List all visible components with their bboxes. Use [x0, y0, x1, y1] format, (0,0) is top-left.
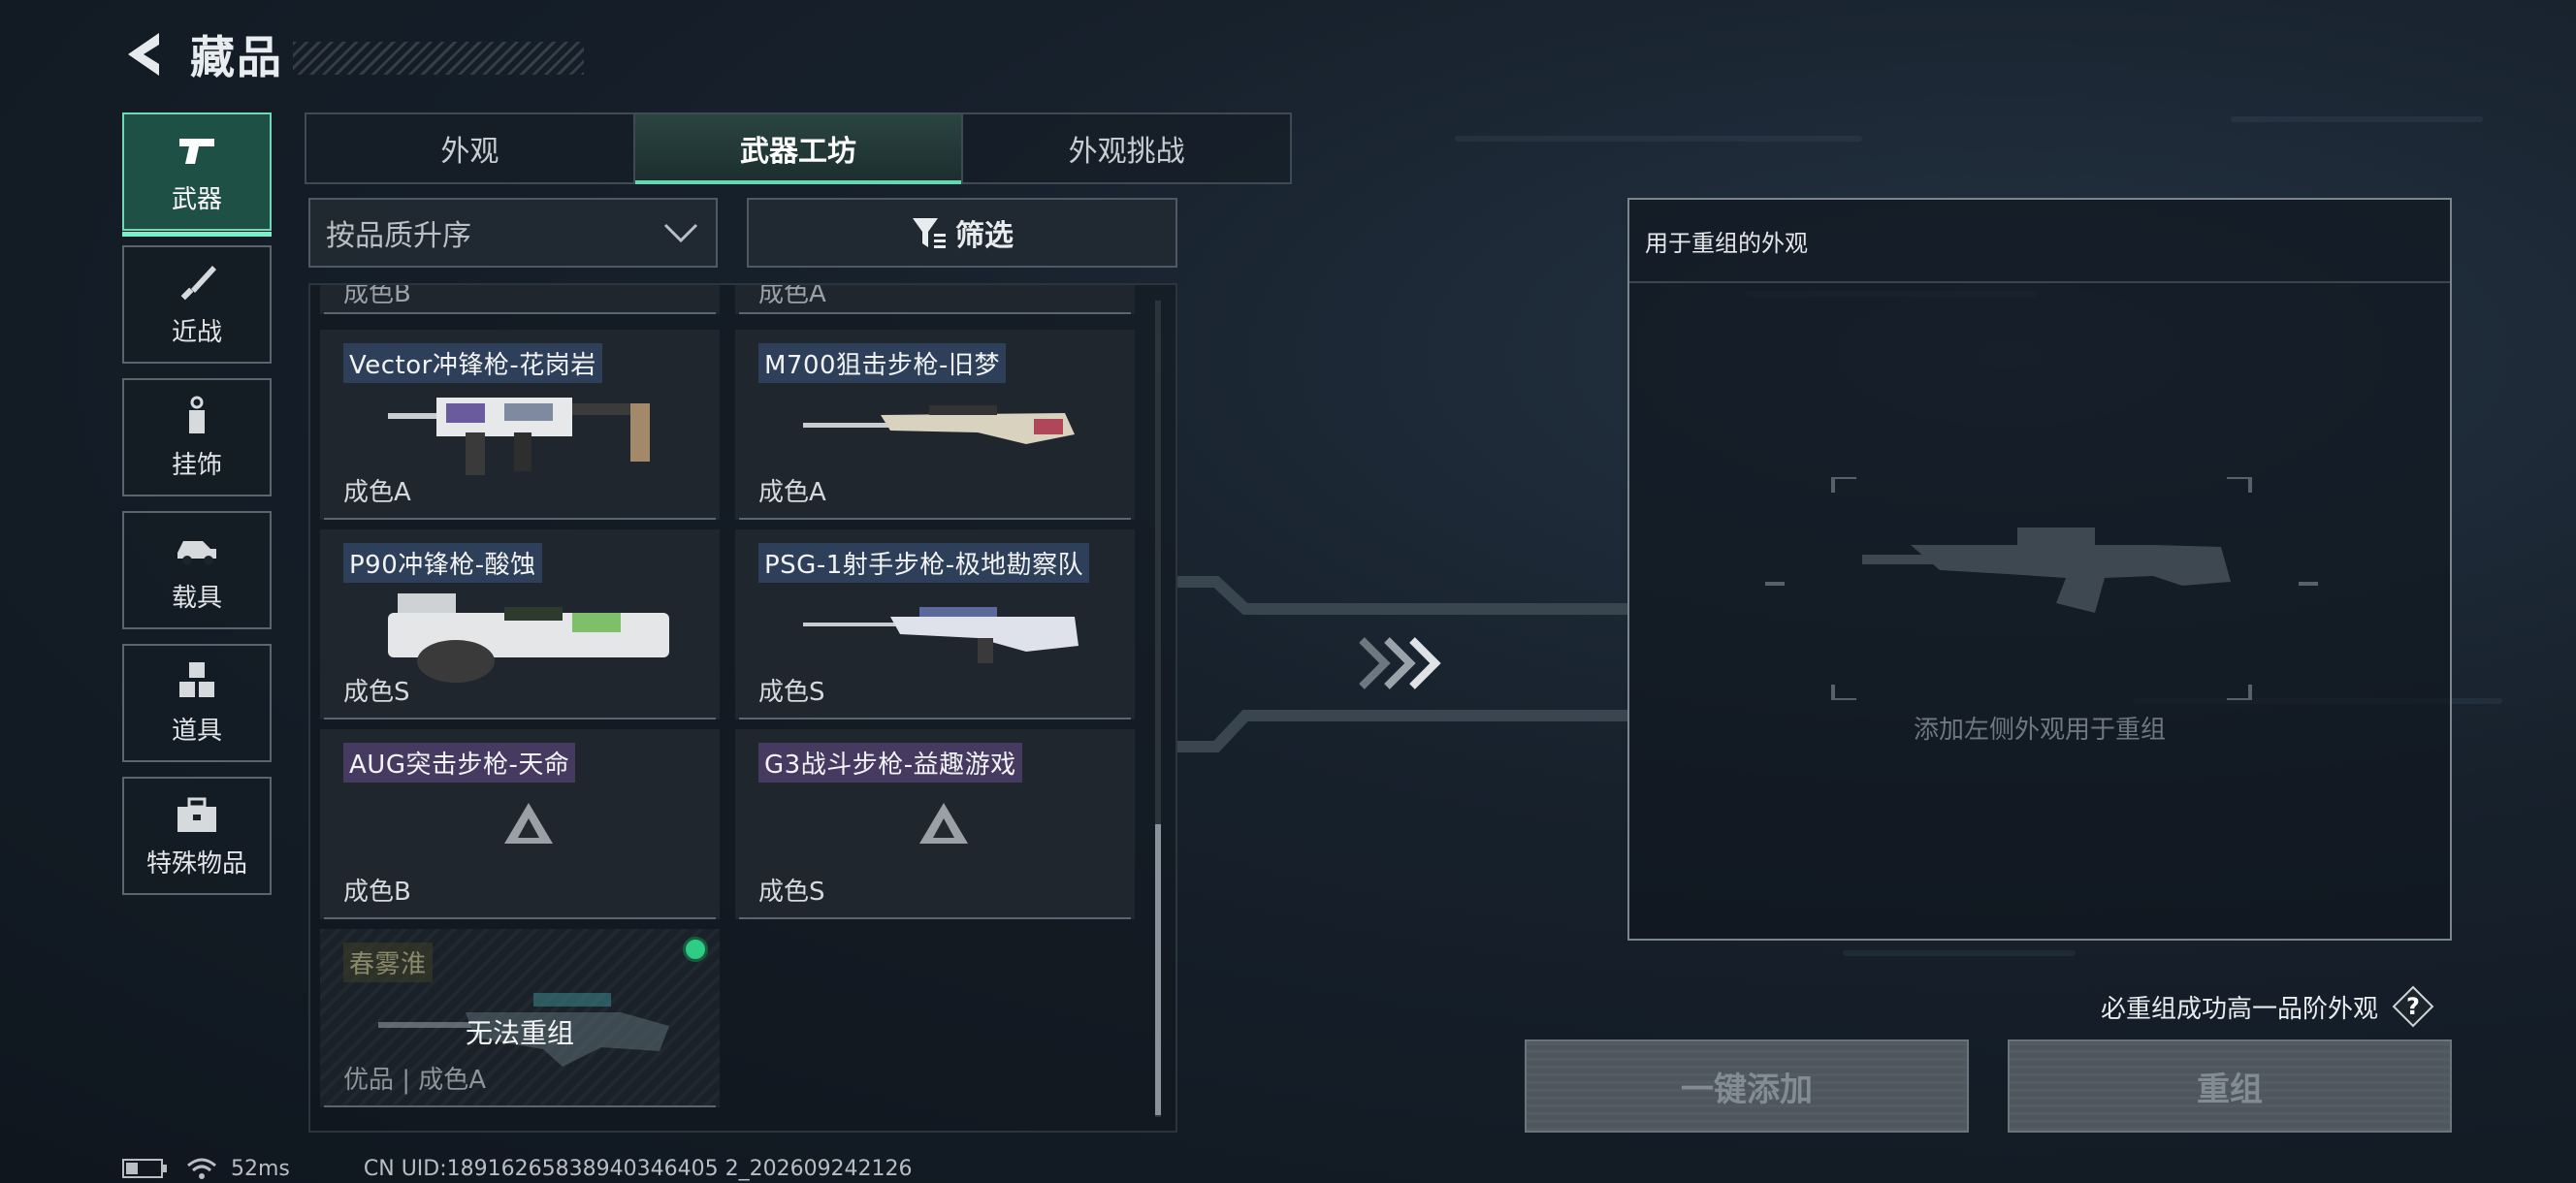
- category-label: 特殊物品: [145, 848, 247, 879]
- card-grade: 成色S: [758, 678, 825, 707]
- header: 藏品: [120, 25, 584, 83]
- card-grade: 成色A: [343, 478, 411, 507]
- skin-card-aug[interactable]: AUG突击步枪-天命 成色B: [320, 729, 720, 919]
- recombine-panel: 用于重组的外观 添加左侧外观用于重组: [1627, 198, 2452, 941]
- back-arrow-icon[interactable]: [120, 27, 167, 81]
- skin-card-vector[interactable]: Vector冲锋枪-花岗岩 成色A: [320, 330, 720, 520]
- card-name: G3战斗步枪-益趣游戏: [758, 743, 1022, 783]
- card-grade: 成色A: [758, 478, 826, 507]
- locked-overlay-text: 无法重组: [465, 1017, 574, 1049]
- recombine-rule: 必重组成功高一品阶外观 ?: [2101, 985, 2434, 1028]
- category-label: 道具: [171, 716, 222, 746]
- charm-icon: [189, 396, 205, 433]
- filter-button[interactable]: 筛选: [747, 198, 1177, 268]
- triangle-icon: [919, 803, 968, 844]
- cubes-icon: [179, 661, 214, 697]
- category-weapons[interactable]: 武器: [122, 112, 272, 237]
- list-item[interactable]: 成色A: [735, 285, 1135, 314]
- wifi-icon: [187, 1158, 216, 1179]
- knife-icon: [180, 265, 216, 300]
- battery-icon: [122, 1159, 167, 1178]
- skin-card-p90[interactable]: P90冲锋枪-酸蚀 成色S: [320, 529, 720, 719]
- card-grade: 成色A: [758, 285, 826, 308]
- category-label: 载具: [171, 583, 222, 613]
- status-bar: 52ms CN UID:18916265838940346405 2_20260…: [122, 1156, 913, 1181]
- category-label: 挂饰: [171, 450, 222, 480]
- svg-text:?: ?: [2406, 993, 2420, 1020]
- skin-card-g3[interactable]: G3战斗步枪-益趣游戏 成色S: [735, 729, 1135, 919]
- tab-weapon-workshop[interactable]: 武器工坊: [634, 114, 964, 184]
- filter-label: 筛选: [955, 219, 1014, 253]
- smg-vector-icon: [388, 398, 650, 475]
- card-name: 春雾淮: [343, 943, 433, 982]
- chevrons-right-icon: [1359, 637, 1441, 689]
- sort-dropdown[interactable]: 按品质升序: [308, 198, 718, 268]
- filter-icon: [913, 218, 946, 248]
- skin-list[interactable]: 成色B 成色A Vector冲锋枪-花岗岩 成色A M700狙击步枪-旧梦 成色…: [308, 283, 1177, 1133]
- recombine-hint: 添加左侧外观用于重组: [1913, 716, 2166, 745]
- category-items[interactable]: 道具: [122, 644, 272, 762]
- category-label: 近战: [171, 317, 222, 347]
- empty-slot-frame[interactable]: [1765, 477, 2318, 700]
- category-charms[interactable]: 挂饰: [122, 378, 272, 496]
- tab-appearance[interactable]: 外观: [306, 114, 635, 182]
- marksman-rifle-icon: [803, 607, 1079, 663]
- list-scrollbar[interactable]: [1155, 301, 1161, 1117]
- skin-card-psg1[interactable]: PSG-1射手步枪-极地勘察队 成色S: [735, 529, 1135, 719]
- page-title: 藏品: [190, 31, 283, 83]
- triangle-icon: [504, 803, 553, 844]
- card-grade: 成色B: [343, 285, 411, 308]
- smg-p90-icon: [388, 593, 669, 683]
- one-click-add-button[interactable]: 一键添加: [1525, 1039, 1969, 1133]
- ping-value: 52ms: [231, 1156, 290, 1181]
- card-name: Vector冲锋枪-花岗岩: [343, 343, 602, 383]
- pistol-icon: [179, 138, 214, 164]
- card-grade: 成色S: [343, 678, 410, 707]
- category-special[interactable]: 特殊物品: [122, 777, 272, 895]
- user-uid: CN UID:18916265838940346405 2_2026092421…: [363, 1156, 913, 1181]
- toolbox-icon: [177, 797, 216, 832]
- card-grade: 优品 | 成色A: [343, 1066, 487, 1095]
- help-icon[interactable]: ?: [2392, 985, 2434, 1028]
- category-label: 武器: [171, 184, 222, 214]
- category-vehicles[interactable]: 载具: [122, 511, 272, 629]
- sort-value: 按品质升序: [326, 219, 471, 253]
- card-name: M700狙击步枪-旧梦: [758, 343, 1006, 383]
- card-grade: 成色B: [343, 878, 411, 907]
- rule-text: 必重组成功高一品阶外观: [2101, 994, 2379, 1024]
- recombine-button[interactable]: 重组: [2008, 1039, 2452, 1133]
- category-melee[interactable]: 近战: [122, 245, 272, 364]
- chevron-down-icon: [663, 223, 698, 243]
- rifle-silhouette-icon: [1862, 528, 2231, 613]
- tab-appearance-challenge[interactable]: 外观挑战: [963, 114, 1290, 182]
- list-item[interactable]: 成色B: [320, 285, 720, 314]
- selected-indicator: [683, 937, 708, 962]
- title-decoration: [293, 42, 584, 75]
- category-rail: 武器 近战 挂饰 载具 道具 特殊物品: [122, 112, 272, 910]
- scrollbar-thumb[interactable]: [1155, 824, 1161, 1115]
- skin-card-locked[interactable]: 春雾淮 无法重组 优品 | 成色A: [320, 929, 720, 1107]
- card-grade: 成色S: [758, 878, 825, 907]
- card-name: P90冲锋枪-酸蚀: [343, 543, 542, 583]
- card-name: PSG-1射手步枪-极地勘察队: [758, 543, 1090, 583]
- sniper-rifle-icon: [803, 405, 1075, 444]
- card-name: AUG突击步枪-天命: [343, 743, 576, 783]
- recombine-title: 用于重组的外观: [1645, 229, 1808, 257]
- vehicle-icon: [177, 540, 216, 565]
- tab-bar: 外观 武器工坊 外观挑战: [305, 112, 1292, 184]
- recombine-header: 用于重组的外观: [1629, 200, 2450, 283]
- skin-card-m700[interactable]: M700狙击步枪-旧梦 成色A: [735, 330, 1135, 520]
